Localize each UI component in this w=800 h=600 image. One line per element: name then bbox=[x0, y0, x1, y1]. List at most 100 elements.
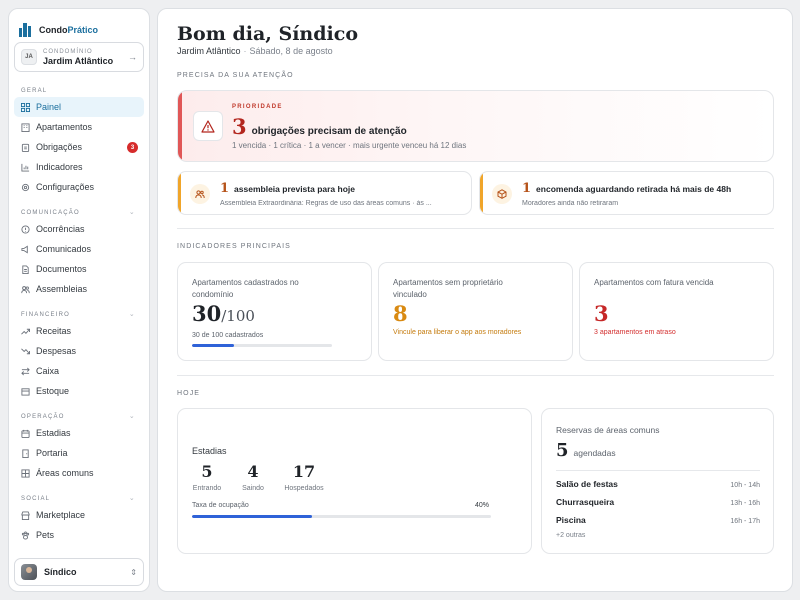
reservation-area: Salão de festas bbox=[556, 479, 618, 489]
reservations-count-row: 5 agendadas bbox=[556, 440, 616, 461]
parcel-subtitle: Moradores ainda não retiraram bbox=[522, 200, 619, 207]
sidebar-item-label: Estoque bbox=[36, 386, 70, 396]
list-item[interactable]: Salão de festas 10h - 14h bbox=[556, 479, 760, 489]
priority-count: 3 bbox=[232, 114, 247, 139]
sidebar-item-assembleias[interactable]: Assembleias bbox=[14, 279, 144, 299]
list-item[interactable]: Churrasqueira 13h - 16h bbox=[556, 497, 760, 507]
stat-label: Entrando bbox=[192, 485, 222, 492]
obrigacoes-count-badge: 3 bbox=[127, 142, 138, 153]
reservations-count: 5 bbox=[556, 440, 569, 461]
store-icon bbox=[21, 510, 30, 520]
sidebar-item-label: Assembleias bbox=[36, 284, 88, 294]
occupancy-value: 40% bbox=[475, 502, 490, 509]
assembly-title: 1 assembleia prevista para hoje bbox=[220, 181, 355, 196]
sidebar-item-painel[interactable]: Painel bbox=[14, 97, 144, 117]
assembly-count: 1 bbox=[220, 181, 230, 196]
stat-label: Hospedados bbox=[284, 485, 324, 492]
stat-leaving: 4 Saindo bbox=[238, 462, 268, 492]
sidebar-item-ocorrencias[interactable]: Ocorrências bbox=[14, 219, 144, 239]
reservations-card[interactable]: Reservas de áreas comuns 5 agendadas Sal… bbox=[541, 408, 774, 554]
sidebar: CondoPrático JA CONDOMÍNIO Jardim Atlânt… bbox=[8, 8, 150, 592]
subtitle-condo: Jardim Atlântico bbox=[177, 46, 241, 56]
kpi-card-overdue[interactable]: Apartamentos com fatura vencida 3 3 apar… bbox=[579, 262, 774, 361]
list-item[interactable]: Piscina 16h - 17h bbox=[556, 515, 760, 525]
section-attention-label: PRECISA DA SUA ATENÇÃO bbox=[177, 72, 294, 79]
stat-hosted: 17 Hospedados bbox=[282, 462, 326, 492]
chart-icon bbox=[21, 163, 30, 172]
sidebar-item-receitas[interactable]: Receitas bbox=[14, 321, 144, 341]
sidebar-item-portaria[interactable]: Portaria bbox=[14, 443, 144, 463]
kpi-subtitle: 3 apartamentos em atraso bbox=[594, 329, 676, 336]
warning-triangle-icon bbox=[193, 111, 223, 141]
card-accent-bar bbox=[178, 172, 181, 214]
package-icon bbox=[492, 184, 512, 204]
brand[interactable]: CondoPrático bbox=[19, 23, 98, 37]
priority-alert-card[interactable]: PRIORIDADE 3 obrigações precisam de aten… bbox=[177, 90, 774, 162]
priority-detail: 1 vencida · 1 crítica · 1 a vencer · mai… bbox=[232, 141, 467, 150]
page-title: Bom dia, Síndico bbox=[177, 23, 358, 45]
building-logo-icon bbox=[19, 23, 31, 37]
sidebar-item-caixa[interactable]: Caixa bbox=[14, 361, 144, 381]
user-menu[interactable]: Síndico ⇕ bbox=[14, 558, 144, 586]
users-icon bbox=[21, 285, 30, 294]
parcel-text: encomenda aguardando retirada há mais de… bbox=[536, 184, 732, 194]
kpi-card-registered[interactable]: Apartamentos cadastrados no condomínio 3… bbox=[177, 262, 372, 361]
sidebar-item-obrigacoes[interactable]: Obrigações 3 bbox=[14, 137, 144, 157]
subtitle-separator: · bbox=[243, 46, 247, 56]
sidebar-item-marketplace[interactable]: Marketplace bbox=[14, 505, 144, 525]
sidebar-item-label: Ocorrências bbox=[36, 224, 85, 234]
avatar bbox=[21, 564, 37, 580]
kpi-card-no-owner[interactable]: Apartamentos sem proprietário vinculado … bbox=[378, 262, 573, 361]
sidebar-item-documentos[interactable]: Documentos bbox=[14, 259, 144, 279]
trend-down-icon bbox=[21, 347, 30, 356]
condo-avatar: JA bbox=[21, 49, 37, 65]
reservation-area: Churrasqueira bbox=[556, 497, 615, 507]
parcel-alert-card[interactable]: 1 encomenda aguardando retirada há mais … bbox=[479, 171, 774, 215]
chevron-updown-icon: ⇕ bbox=[130, 567, 137, 577]
sidebar-item-despesas[interactable]: Despesas bbox=[14, 341, 144, 361]
sidebar-item-label: Receitas bbox=[36, 326, 72, 336]
stat-value: 4 bbox=[247, 462, 259, 481]
nav-section-operacao[interactable]: OPERAÇÃO ⌄ bbox=[9, 411, 149, 423]
nav-section-comunicacao[interactable]: COMUNICAÇÃO ⌄ bbox=[9, 207, 149, 219]
sidebar-item-apartamentos[interactable]: Apartamentos bbox=[14, 117, 144, 137]
stat-label: Saindo bbox=[242, 485, 264, 492]
sidebar-item-comunicados[interactable]: Comunicados bbox=[14, 239, 144, 259]
priority-title: 3 obrigações precisam de atenção bbox=[232, 114, 407, 139]
sidebar-item-label: Apartamentos bbox=[36, 122, 93, 132]
alert-circle-icon bbox=[21, 224, 30, 234]
kpi-subtitle: 30 de 100 cadastrados bbox=[192, 332, 264, 339]
priority-text: obrigações precisam de atenção bbox=[251, 126, 407, 137]
nav-section-financeiro[interactable]: FINANCEIRO ⌄ bbox=[9, 309, 149, 321]
stays-card[interactable]: Estadias 5 Entrando 4 Saindo 17 Hospedad… bbox=[177, 408, 532, 554]
sidebar-item-areas-comuns[interactable]: Áreas comuns bbox=[14, 463, 144, 483]
nav-section-social[interactable]: SOCIAL ⌄ bbox=[9, 493, 149, 505]
chevron-down-icon: ⌄ bbox=[128, 209, 136, 216]
condo-name: Jardim Atlântico bbox=[43, 55, 114, 66]
main-content: Bom dia, Síndico Jardim Atlântico · Sábado… bbox=[157, 8, 793, 592]
sidebar-nav: GERAL Painel Apartamentos Obrigações 3 I… bbox=[9, 85, 149, 545]
condo-selector[interactable]: JA CONDOMÍNIO Jardim Atlântico → bbox=[14, 42, 144, 72]
sidebar-item-estoque[interactable]: Estoque bbox=[14, 381, 144, 401]
user-name: Síndico bbox=[44, 567, 77, 577]
sidebar-item-estadias[interactable]: Estadias bbox=[14, 423, 144, 443]
more-reservations-link[interactable]: +2 outras bbox=[556, 532, 585, 539]
brand-name: CondoPrático bbox=[39, 25, 99, 35]
sidebar-item-pets[interactable]: Pets bbox=[14, 525, 144, 545]
grid-icon bbox=[21, 468, 30, 478]
section-divider bbox=[177, 375, 774, 376]
priority-accent-bar bbox=[178, 91, 182, 161]
sidebar-item-indicadores[interactable]: Indicadores bbox=[14, 157, 144, 177]
sidebar-item-configuracoes[interactable]: Configurações bbox=[14, 177, 144, 197]
chevron-down-icon: ⌄ bbox=[128, 311, 136, 318]
condo-kicker: CONDOMÍNIO bbox=[43, 48, 93, 55]
kpi-subtitle: Vincule para liberar o app aos moradores bbox=[393, 329, 522, 336]
sidebar-item-label: Pets bbox=[36, 530, 55, 540]
section-today-label: HOJE bbox=[177, 390, 201, 397]
kpi-label: Apartamentos sem proprietário vinculado bbox=[393, 278, 503, 299]
reservation-time: 16h - 17h bbox=[730, 518, 760, 525]
occupancy-progress-bar bbox=[192, 515, 491, 518]
assembly-subtitle: Assembleia Extraordinária: Regras de uso… bbox=[220, 200, 432, 207]
reservations-count-label: agendadas bbox=[573, 448, 616, 458]
assembly-alert-card[interactable]: 1 assembleia prevista para hoje Assemble… bbox=[177, 171, 472, 215]
